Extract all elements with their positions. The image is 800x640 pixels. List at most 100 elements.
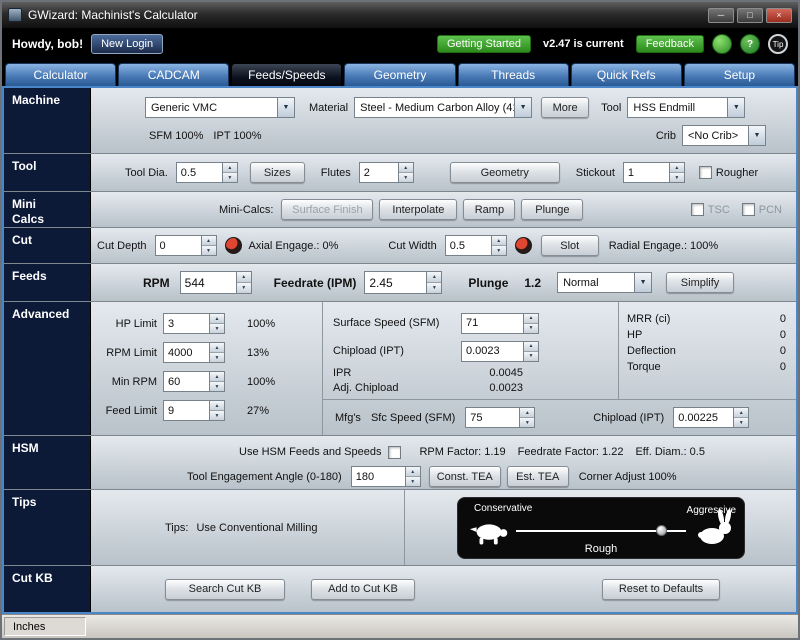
spin-up-icon[interactable]	[210, 401, 224, 410]
spin-up-icon[interactable]	[670, 163, 684, 172]
slot-button[interactable]: Slot	[541, 235, 599, 256]
ramp-button[interactable]: Ramp	[463, 199, 515, 220]
sizes-button[interactable]: Sizes	[250, 162, 305, 183]
spin-up-icon[interactable]	[223, 163, 237, 172]
axial-engagement-icon[interactable]	[225, 237, 242, 254]
hp-limit-value[interactable]: 3	[164, 314, 209, 333]
material-select[interactable]: Steel - Medium Carbon Alloy (4130)	[354, 97, 532, 118]
rpm-value[interactable]: 544	[181, 272, 236, 293]
getting-started-button[interactable]: Getting Started	[437, 35, 531, 53]
radial-engagement-icon[interactable]	[515, 237, 532, 254]
spin-up-icon[interactable]	[524, 342, 538, 351]
chevron-down-icon[interactable]	[634, 273, 651, 292]
mfg-chipload-value[interactable]: 0.00225	[674, 408, 733, 427]
spin-up-icon[interactable]	[492, 236, 506, 245]
tab-cadcam[interactable]: CADCAM	[118, 63, 229, 86]
use-hsm-checkbox[interactable]	[388, 446, 401, 459]
machine-select[interactable]: Generic VMC	[145, 97, 295, 118]
tool-type-select[interactable]: HSS Endmill	[627, 97, 745, 118]
interpolate-button[interactable]: Interpolate	[379, 199, 457, 220]
search-cut-kb-button[interactable]: Search Cut KB	[165, 579, 285, 600]
spin-down-icon[interactable]	[399, 172, 413, 182]
surface-speed-input[interactable]: 71	[461, 313, 539, 334]
flutes-input[interactable]: 2	[359, 162, 414, 183]
chevron-down-icon[interactable]	[514, 98, 531, 117]
community-icon[interactable]	[712, 34, 732, 54]
spin-up-icon[interactable]	[399, 163, 413, 172]
est-tea-button[interactable]: Est. TEA	[507, 466, 569, 487]
rougher-checkbox[interactable]	[699, 166, 712, 179]
reset-to-defaults-button[interactable]: Reset to Defaults	[602, 579, 720, 600]
new-login-button[interactable]: New Login	[91, 34, 163, 54]
spin-down-icon[interactable]	[210, 410, 224, 420]
chevron-down-icon[interactable]	[727, 98, 744, 117]
spin-down-icon[interactable]	[237, 282, 251, 293]
spin-down-icon[interactable]	[520, 417, 534, 427]
cut-depth-value[interactable]: 0	[156, 236, 201, 255]
tab-setup[interactable]: Setup	[684, 63, 795, 86]
spin-down-icon[interactable]	[210, 352, 224, 362]
spin-down-icon[interactable]	[524, 351, 538, 361]
close-button[interactable]: ×	[766, 8, 792, 23]
rpm-limit-input[interactable]: 4000	[163, 342, 225, 363]
rpm-limit-value[interactable]: 4000	[164, 343, 209, 362]
spin-down-icon[interactable]	[492, 245, 506, 255]
spin-up-icon[interactable]	[524, 314, 538, 323]
tool-dia-input[interactable]: 0.5	[176, 162, 238, 183]
mfg-sfc-speed-value[interactable]: 75	[466, 408, 519, 427]
chipload-value[interactable]: 0.0023	[462, 342, 523, 361]
spin-down-icon[interactable]	[210, 381, 224, 391]
aggressiveness-handle[interactable]	[656, 525, 667, 536]
geometry-button[interactable]: Geometry	[450, 162, 560, 183]
help-icon[interactable]: ?	[740, 34, 760, 54]
spin-up-icon[interactable]	[210, 314, 224, 323]
stickout-value[interactable]: 1	[624, 163, 669, 182]
spin-up-icon[interactable]	[520, 408, 534, 417]
cut-depth-input[interactable]: 0	[155, 235, 217, 256]
const-tea-button[interactable]: Const. TEA	[429, 466, 501, 487]
add-to-cut-kb-button[interactable]: Add to Cut KB	[311, 579, 415, 600]
spin-down-icon[interactable]	[670, 172, 684, 182]
spin-down-icon[interactable]	[734, 417, 748, 427]
feedback-button[interactable]: Feedback	[636, 35, 704, 53]
flutes-value[interactable]: 2	[360, 163, 398, 182]
maximize-button[interactable]: □	[737, 8, 763, 23]
feedrate-input[interactable]: 2.45	[364, 271, 442, 294]
more-button[interactable]: More	[541, 97, 589, 118]
chevron-down-icon[interactable]	[277, 98, 294, 117]
feedrate-value[interactable]: 2.45	[365, 272, 426, 293]
spin-down-icon[interactable]	[427, 282, 441, 293]
chipload-input[interactable]: 0.0023	[461, 341, 539, 362]
spin-up-icon[interactable]	[202, 236, 216, 245]
tsc-checkbox[interactable]	[691, 203, 704, 216]
spin-down-icon[interactable]	[524, 323, 538, 333]
cut-width-value[interactable]: 0.5	[446, 236, 491, 255]
spin-down-icon[interactable]	[406, 476, 420, 486]
cut-width-input[interactable]: 0.5	[445, 235, 507, 256]
pcn-checkbox[interactable]	[742, 203, 755, 216]
spin-up-icon[interactable]	[210, 372, 224, 381]
tool-dia-value[interactable]: 0.5	[177, 163, 222, 182]
feed-limit-input[interactable]: 9	[163, 400, 225, 421]
mfg-sfc-speed-input[interactable]: 75	[465, 407, 535, 428]
spin-down-icon[interactable]	[223, 172, 237, 182]
spin-up-icon[interactable]	[237, 272, 251, 282]
plunge-button[interactable]: Plunge	[521, 199, 583, 220]
spin-down-icon[interactable]	[202, 245, 216, 255]
spin-up-icon[interactable]	[427, 272, 441, 282]
surface-finish-button[interactable]: Surface Finish	[281, 199, 373, 220]
crib-select[interactable]: <No Crib>	[682, 125, 766, 146]
tip-icon[interactable]: Tip	[768, 34, 788, 54]
spin-up-icon[interactable]	[734, 408, 748, 417]
min-rpm-value[interactable]: 60	[164, 372, 209, 391]
spin-up-icon[interactable]	[210, 343, 224, 352]
simplify-button[interactable]: Simplify	[666, 272, 734, 293]
tab-geometry[interactable]: Geometry	[344, 63, 455, 86]
plunge-mode-select[interactable]: Normal	[557, 272, 652, 293]
mfg-chipload-input[interactable]: 0.00225	[673, 407, 749, 428]
min-rpm-input[interactable]: 60	[163, 371, 225, 392]
tea-input[interactable]: 180	[351, 466, 421, 487]
rpm-input[interactable]: 544	[180, 271, 252, 294]
spin-up-icon[interactable]	[406, 467, 420, 476]
tab-quick-refs[interactable]: Quick Refs	[571, 63, 682, 86]
